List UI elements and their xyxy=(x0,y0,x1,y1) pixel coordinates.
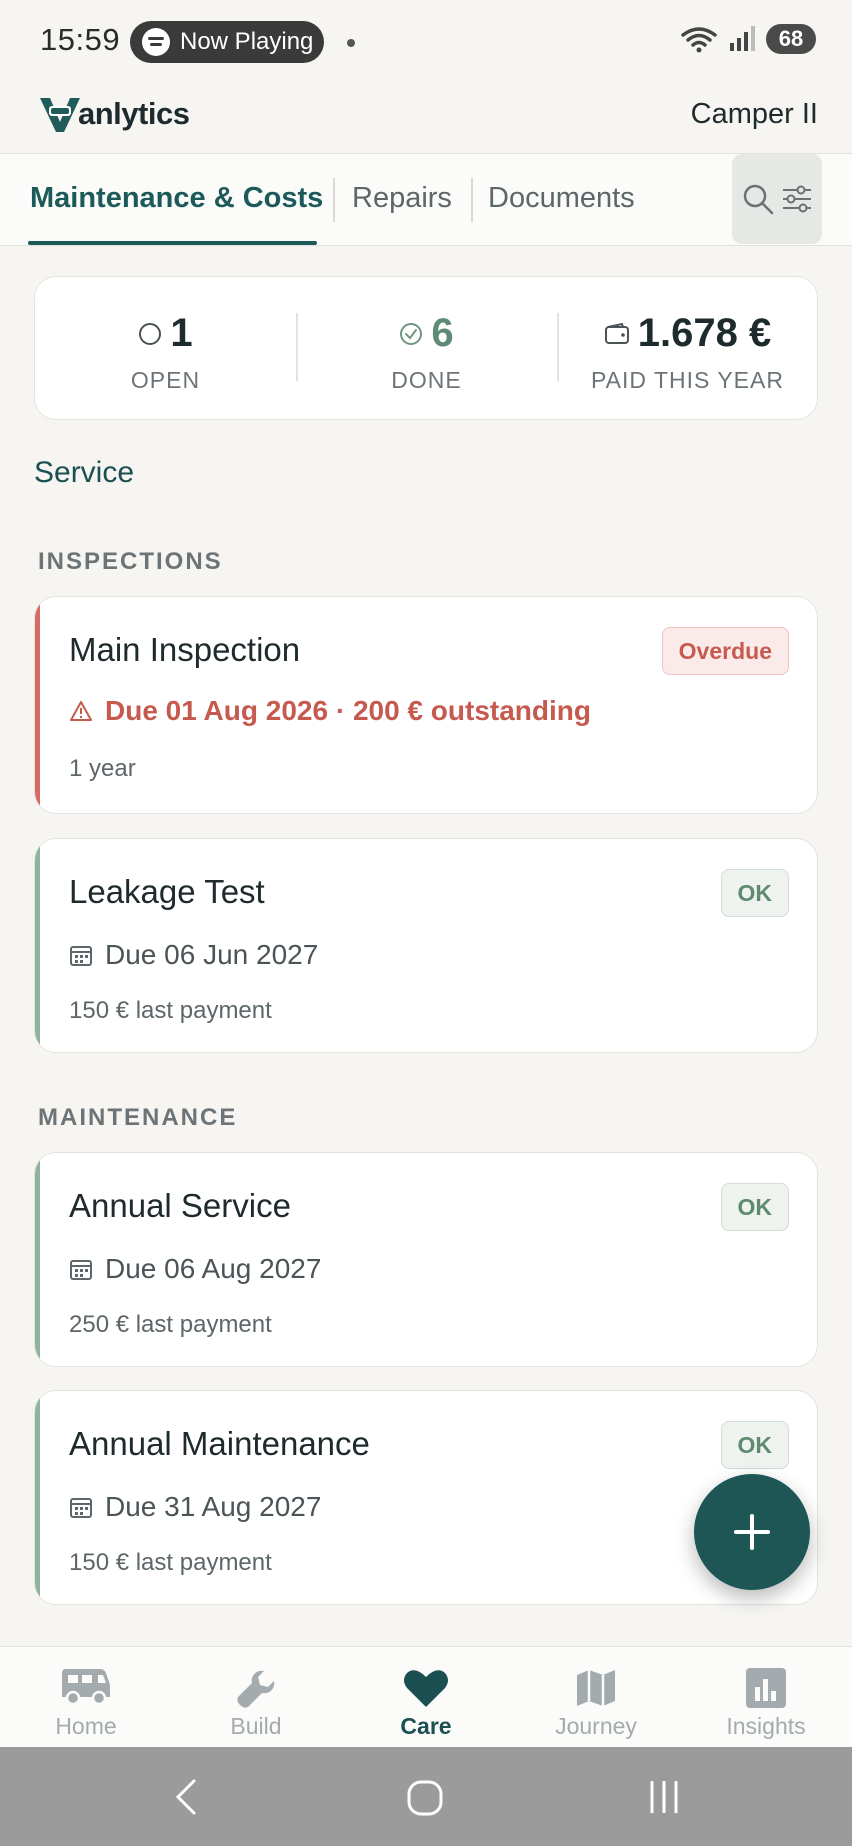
now-playing-label: Now Playing xyxy=(180,28,314,55)
paid-amount: 1.678 € xyxy=(637,311,772,355)
task-last-payment: 150 € last payment xyxy=(69,997,272,1024)
status-badge-ok: OK xyxy=(720,1183,789,1231)
tab-bar: Maintenance & Costs Repairs Documents xyxy=(0,153,852,246)
task-due-date: Due 06 Jun 2027 xyxy=(105,939,319,970)
task-card-main-inspection[interactable]: Main Inspection Overdue Due 01 Aug 2026 … xyxy=(34,596,818,814)
done-label: DONE xyxy=(391,367,462,393)
status-badge-ok: OK xyxy=(720,869,789,917)
app-logo[interactable]: anlytics xyxy=(38,92,190,136)
status-accent-bar xyxy=(35,1153,40,1366)
filter-sliders-icon xyxy=(783,185,811,213)
paid-label: PAID THIS YEAR xyxy=(591,367,784,393)
warning-icon xyxy=(70,701,92,721)
open-count: 1 xyxy=(170,311,193,355)
task-card-leakage-test[interactable]: Leakage Test OK Due 06 Jun 2027 150 € la… xyxy=(34,838,818,1053)
nav-label: Journey xyxy=(555,1713,637,1739)
calendar-icon xyxy=(70,1260,92,1280)
summary-card: 1 OPEN 6 DONE 1.678 € PAID THIS YEAR xyxy=(34,276,818,420)
system-navigation-bar xyxy=(0,1747,852,1846)
stat-paid[interactable]: 1.678 € PAID THIS YEAR xyxy=(557,277,818,421)
now-playing-chip[interactable]: Now Playing xyxy=(130,21,324,63)
status-accent-bar xyxy=(35,597,40,813)
tab-repairs[interactable]: Repairs xyxy=(352,182,452,215)
notification-dot-icon xyxy=(347,39,355,47)
status-badge-ok: OK xyxy=(720,1421,789,1469)
add-item-button[interactable] xyxy=(694,1474,810,1590)
nav-item-journey[interactable]: Journey xyxy=(511,1647,681,1748)
wrench-icon xyxy=(237,1670,275,1708)
active-tab-indicator xyxy=(28,241,317,245)
status-bar: 15:59 Now Playing 68 xyxy=(0,0,852,84)
task-due-date: Due 01 Aug 2026 · 200 € outstanding xyxy=(105,695,591,726)
status-accent-bar xyxy=(35,1391,40,1604)
task-due-date: Due 31 Aug 2027 xyxy=(105,1491,322,1522)
nav-label: Insights xyxy=(726,1713,806,1739)
wallet-icon xyxy=(604,322,629,344)
camper-van-icon xyxy=(62,1669,110,1706)
nav-label: Care xyxy=(400,1713,452,1739)
bar-chart-icon xyxy=(746,1668,786,1708)
search-filter-button[interactable] xyxy=(732,154,822,244)
tab-divider xyxy=(333,178,335,222)
van-logo-icon xyxy=(40,98,80,132)
tab-maintenance-costs[interactable]: Maintenance & Costs xyxy=(30,182,323,215)
tab-documents[interactable]: Documents xyxy=(488,182,635,215)
bottom-navigation: Home Build Care Journey Insights xyxy=(0,1646,852,1747)
home-circle-icon[interactable] xyxy=(406,1777,444,1817)
recent-apps-icon[interactable] xyxy=(646,1777,682,1817)
calendar-icon xyxy=(70,1498,92,1518)
heart-icon xyxy=(404,1670,448,1707)
status-time: 15:59 xyxy=(40,22,121,57)
nav-item-build[interactable]: Build xyxy=(171,1647,341,1748)
back-icon[interactable] xyxy=(172,1777,202,1817)
group-title-maintenance: MAINTENANCE xyxy=(38,1104,238,1131)
task-interval: 1 year xyxy=(69,755,136,782)
task-last-payment: 250 € last payment xyxy=(69,1311,272,1338)
check-circle-icon xyxy=(400,322,423,345)
signal-icon xyxy=(730,26,755,51)
nav-item-care[interactable]: Care xyxy=(341,1647,511,1748)
stat-done[interactable]: 6 DONE xyxy=(296,277,557,421)
task-last-payment: 150 € last payment xyxy=(69,1549,272,1576)
nav-label: Build xyxy=(230,1713,282,1739)
open-circle-icon xyxy=(139,322,162,345)
spotify-icon xyxy=(142,28,170,56)
status-badge-overdue: Overdue xyxy=(661,627,789,675)
app-header: anlytics Camper II xyxy=(0,84,852,154)
nav-item-insights[interactable]: Insights xyxy=(681,1647,851,1748)
map-icon xyxy=(577,1670,615,1706)
stat-open[interactable]: 1 OPEN xyxy=(35,277,296,421)
task-due-date: Due 06 Aug 2027 xyxy=(105,1253,322,1284)
calendar-icon xyxy=(70,946,92,966)
tab-divider xyxy=(471,178,473,222)
plus-icon xyxy=(734,1514,770,1550)
nav-label: Home xyxy=(55,1713,117,1739)
search-icon xyxy=(743,184,774,215)
vehicle-selector[interactable]: Camper II xyxy=(691,98,818,131)
status-accent-bar xyxy=(35,839,40,1052)
task-title: Leakage Test xyxy=(69,873,265,910)
logo-text: anlytics xyxy=(78,96,190,131)
nav-item-home[interactable]: Home xyxy=(1,1647,171,1748)
done-count: 6 xyxy=(431,311,454,355)
status-icons: 68 xyxy=(680,24,816,54)
task-title: Annual Service xyxy=(69,1187,291,1224)
task-card-annual-maintenance[interactable]: Annual Maintenance OK Due 31 Aug 2027 15… xyxy=(34,1390,818,1605)
wifi-icon xyxy=(681,27,717,53)
task-title: Main Inspection xyxy=(69,631,301,668)
battery-indicator: 68 xyxy=(766,24,816,54)
section-title: Service xyxy=(34,456,135,489)
task-title: Annual Maintenance xyxy=(69,1425,370,1462)
group-title-inspections: INSPECTIONS xyxy=(38,548,223,575)
task-card-annual-service[interactable]: Annual Service OK Due 06 Aug 2027 250 € … xyxy=(34,1152,818,1367)
open-label: OPEN xyxy=(130,367,201,393)
